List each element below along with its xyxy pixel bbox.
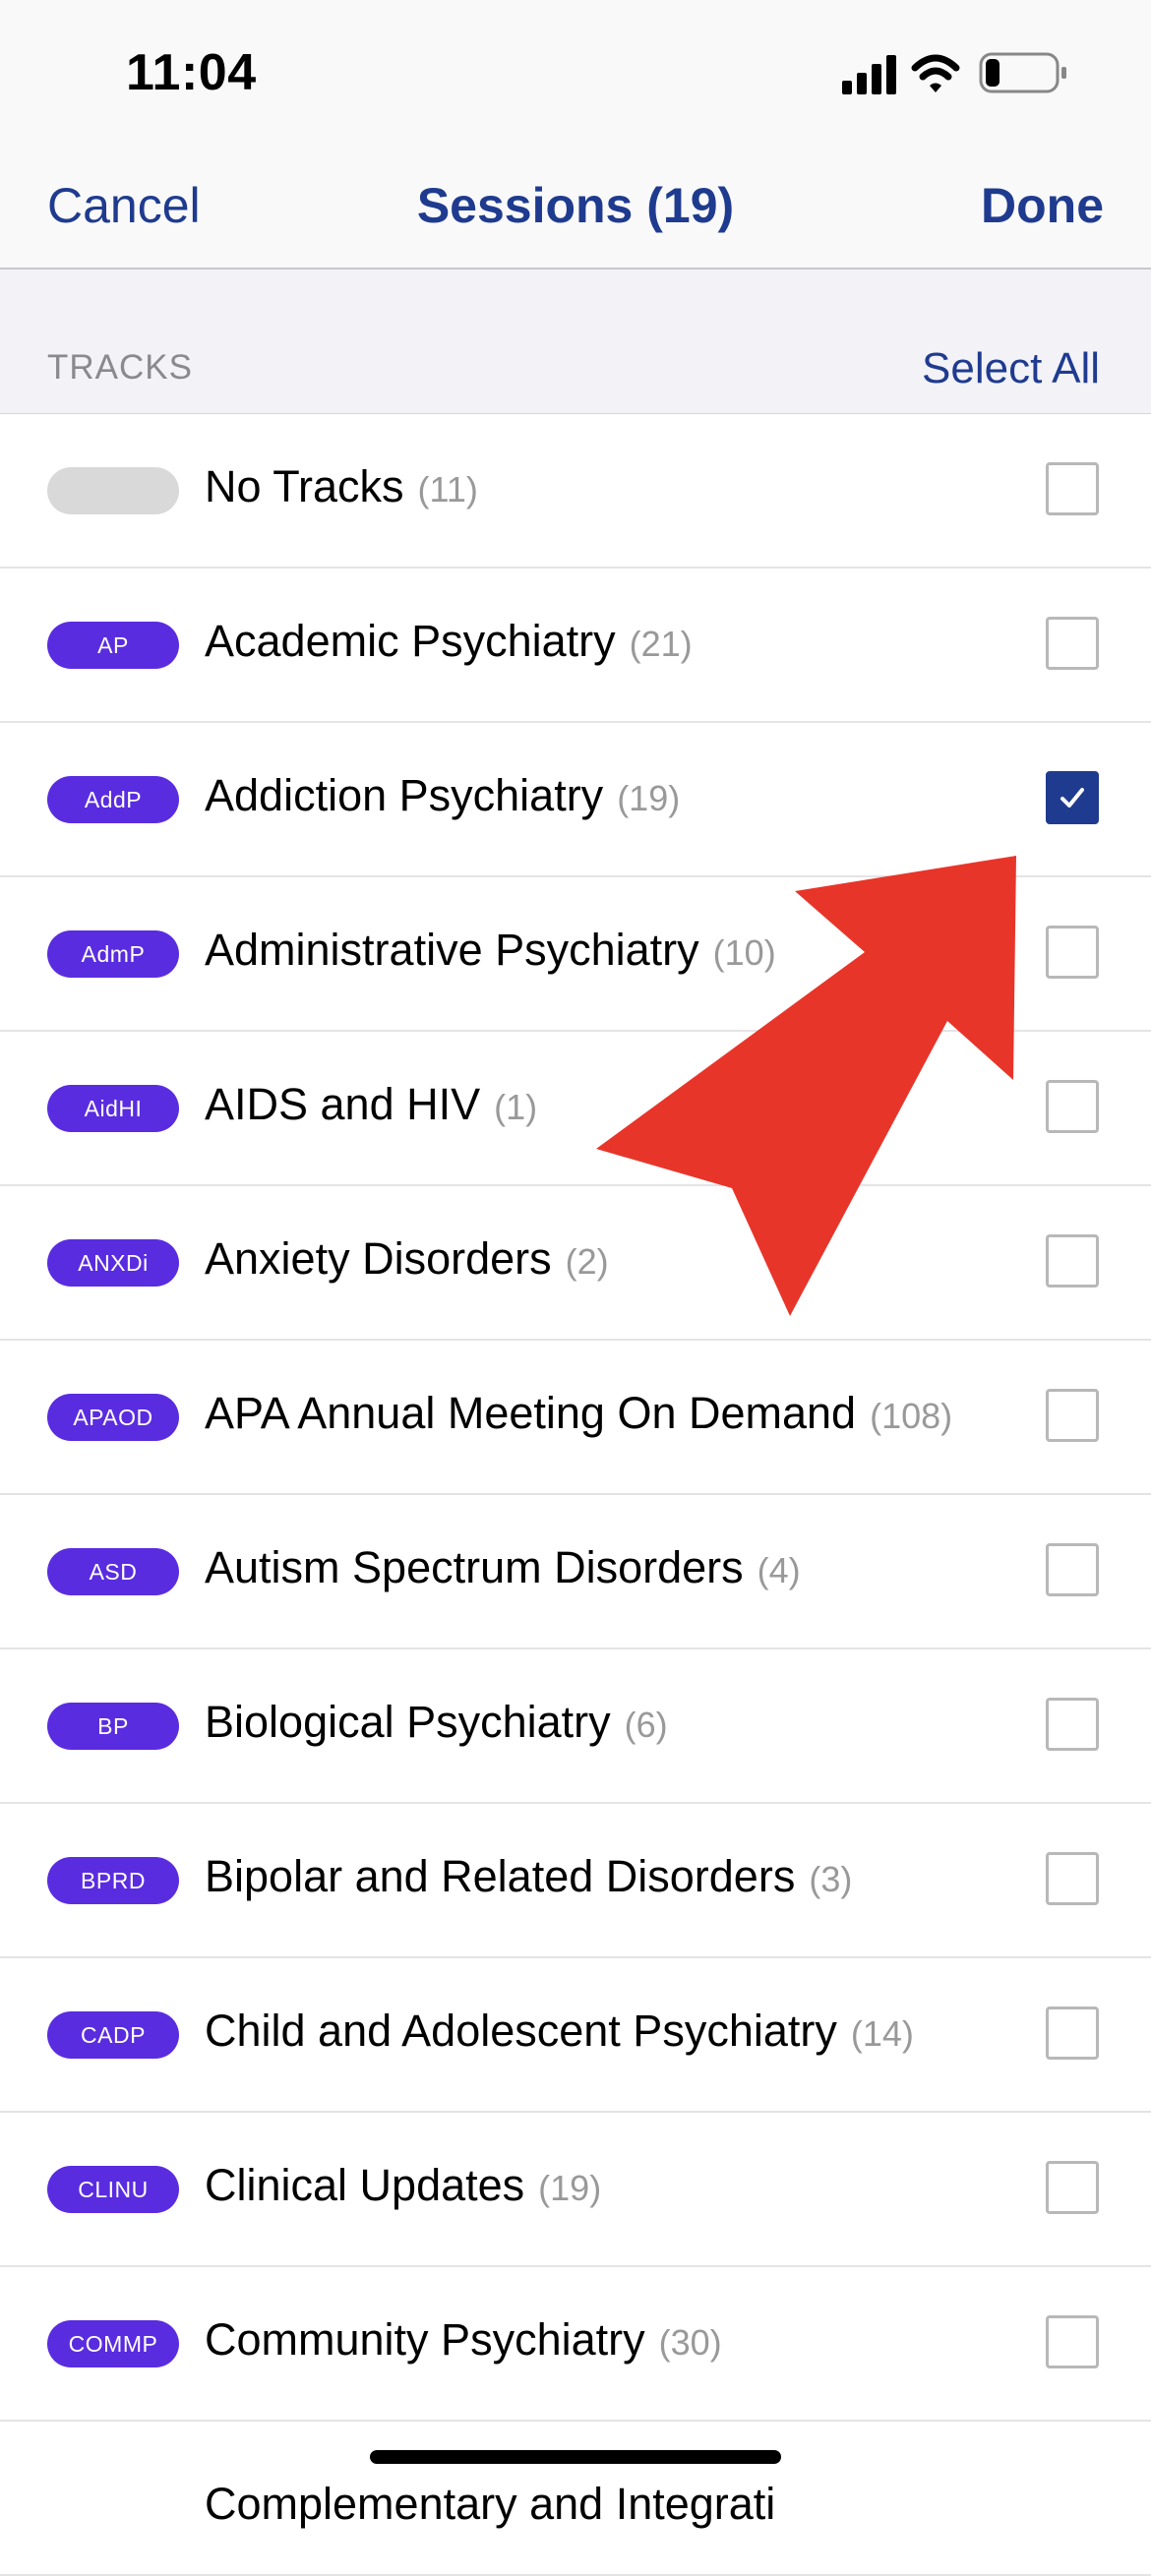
track-row-apa-annual-meeting-on-demand[interactable]: APAOD APA Annual Meeting On Demand (108) — [0, 1341, 1151, 1495]
track-badge: AP — [47, 622, 179, 669]
track-checkbox[interactable] — [1046, 1852, 1099, 1905]
track-name: Academic Psychiatry — [205, 616, 616, 666]
track-row-child-and-adolescent-psychiatry[interactable]: CADP Child and Adolescent Psychiatry (14) — [0, 1958, 1151, 2113]
track-row-clinical-updates[interactable]: CLINU Clinical Updates (19) — [0, 2113, 1151, 2267]
track-checkbox[interactable] — [1046, 1543, 1099, 1596]
track-count: (3) — [809, 1859, 853, 1899]
track-count: (10) — [712, 932, 776, 973]
track-count: (108) — [870, 1396, 953, 1436]
track-badge: COMMP — [47, 2320, 179, 2367]
track-row-bipolar-and-related-disorders[interactable]: BPRD Bipolar and Related Disorders (3) — [0, 1804, 1151, 1958]
track-label: Complementary and Integrati — [205, 2479, 775, 2530]
track-checkbox-checked[interactable] — [1046, 771, 1099, 824]
track-badge: BP — [47, 1703, 179, 1750]
track-row-autism-spectrum-disorders[interactable]: ASD Autism Spectrum Disorders (4) — [0, 1495, 1151, 1649]
track-list: No Tracks (11) AP Academic Psychiatry (21)… — [0, 414, 1151, 2576]
track-label: No Tracks (11) — [205, 461, 478, 512]
track-badge: CLINU — [47, 2166, 179, 2213]
track-row-complementary-and-integrative[interactable]: Complementary and Integrati — [0, 2422, 1151, 2576]
track-row-no-tracks[interactable]: No Tracks (11) — [0, 414, 1151, 569]
track-label: Bipolar and Related Disorders (3) — [205, 1851, 852, 1902]
track-badge: ANXDi — [47, 1239, 179, 1287]
battery-icon — [979, 52, 1066, 93]
track-badge: AidHI — [47, 1085, 179, 1132]
track-name: No Tracks — [205, 461, 404, 511]
home-indicator — [370, 2450, 781, 2464]
track-checkbox[interactable] — [1046, 2007, 1099, 2060]
track-name: Biological Psychiatry — [205, 1697, 611, 1747]
track-label: Anxiety Disorders (2) — [205, 1233, 609, 1285]
wifi-icon — [911, 54, 960, 92]
track-name: Autism Spectrum Disorders — [205, 1542, 744, 1592]
track-row-biological-psychiatry[interactable]: BP Biological Psychiatry (6) — [0, 1649, 1151, 1804]
track-row-addiction-psychiatry[interactable]: AddP Addiction Psychiatry (19) — [0, 723, 1151, 877]
track-count: (14) — [850, 2013, 914, 2054]
track-row-administrative-psychiatry[interactable]: AdmP Administrative Psychiatry (10) — [0, 877, 1151, 1032]
track-checkbox[interactable] — [1046, 2315, 1099, 2368]
status-icons — [842, 51, 1072, 100]
track-row-aids-and-hiv[interactable]: AidHI AIDS and HIV (1) — [0, 1032, 1151, 1186]
track-name: Addiction Psychiatry — [205, 770, 604, 820]
track-badge — [47, 467, 179, 514]
track-name: Clinical Updates — [205, 2160, 525, 2210]
track-label: Administrative Psychiatry (10) — [205, 925, 776, 976]
track-name: Anxiety Disorders — [205, 1233, 552, 1284]
track-count: (1) — [494, 1087, 538, 1127]
track-checkbox[interactable] — [1046, 462, 1099, 515]
track-label: AIDS and HIV (1) — [205, 1079, 537, 1130]
track-row-anxiety-disorders[interactable]: ANXDi Anxiety Disorders (2) — [0, 1186, 1151, 1341]
track-row-academic-psychiatry[interactable]: AP Academic Psychiatry (21) — [0, 569, 1151, 723]
track-row-community-psychiatry[interactable]: COMMP Community Psychiatry (30) — [0, 2267, 1151, 2422]
track-badge: ASD — [47, 1548, 179, 1595]
track-badge: CADP — [47, 2011, 179, 2059]
track-badge: AddP — [47, 776, 179, 823]
track-badge: BPRD — [47, 1857, 179, 1904]
track-count: (21) — [629, 624, 693, 664]
track-label: Child and Adolescent Psychiatry (14) — [205, 2006, 914, 2057]
track-badge: AdmP — [47, 930, 179, 978]
track-checkbox[interactable] — [1046, 2161, 1099, 2214]
select-all-button[interactable]: Select All — [922, 344, 1100, 393]
track-checkbox[interactable] — [1046, 1698, 1099, 1751]
navigation-bar: Cancel Sessions (19) Done — [0, 138, 1151, 270]
track-checkbox[interactable] — [1046, 1234, 1099, 1288]
track-badge: APAOD — [47, 1394, 179, 1441]
track-label: Community Psychiatry (30) — [205, 2314, 722, 2366]
track-name: AIDS and HIV — [205, 1079, 481, 1129]
tracks-section-header: TRACKS Select All — [0, 270, 1151, 415]
track-name: APA Annual Meeting On Demand — [205, 1388, 857, 1438]
track-checkbox[interactable] — [1046, 1080, 1099, 1133]
track-checkbox[interactable] — [1046, 617, 1099, 670]
track-label: Addiction Psychiatry (19) — [205, 770, 680, 821]
status-bar: 11:04 — [0, 0, 1151, 138]
track-count: (6) — [624, 1705, 668, 1745]
track-count: (2) — [565, 1241, 609, 1282]
track-name: Bipolar and Related Disorders — [205, 1851, 796, 1901]
track-label: Clinical Updates (19) — [205, 2160, 601, 2211]
cellular-signal-icon — [842, 55, 896, 94]
track-checkbox[interactable] — [1046, 1389, 1099, 1442]
track-count: (19) — [617, 778, 681, 818]
track-label: APA Annual Meeting On Demand (108) — [205, 1388, 952, 1439]
cancel-button[interactable]: Cancel — [47, 177, 201, 234]
track-label: Biological Psychiatry (6) — [205, 1697, 668, 1748]
track-count: (4) — [757, 1550, 801, 1590]
track-count: (30) — [658, 2322, 722, 2363]
done-button[interactable]: Done — [981, 177, 1104, 234]
section-title: TRACKS — [47, 348, 193, 387]
track-name: Community Psychiatry — [205, 2314, 645, 2365]
track-name: Child and Adolescent Psychiatry — [205, 2006, 837, 2056]
track-name: Administrative Psychiatry — [205, 925, 699, 975]
track-label: Autism Spectrum Disorders (4) — [205, 1542, 801, 1593]
track-count: (11) — [417, 469, 478, 509]
track-label: Academic Psychiatry (21) — [205, 616, 693, 667]
track-count: (19) — [538, 2168, 602, 2208]
track-checkbox[interactable] — [1046, 926, 1099, 979]
status-time: 11:04 — [126, 44, 257, 101]
track-name: Complementary and Integrati — [205, 2479, 776, 2529]
checkmark-icon — [1060, 788, 1084, 808]
